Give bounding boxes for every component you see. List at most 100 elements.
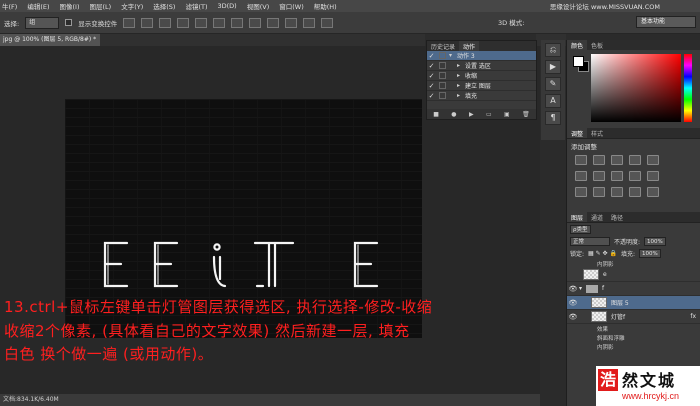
expand-triangle-icon[interactable]: ▾ [449,52,457,59]
align-bottom-icon[interactable] [159,17,172,28]
selective-color-icon[interactable] [647,187,659,197]
action-check-icon[interactable]: ✓ [427,62,436,70]
action-check-icon[interactable]: ✓ [427,52,436,60]
eye-icon[interactable]: 👁 [567,313,579,321]
action-step-row[interactable]: ✓ ▸ 填充 [427,91,536,101]
levels-icon[interactable] [593,155,605,165]
menu-type[interactable]: 文字(Y) [121,1,143,11]
distribute-top-icon[interactable] [231,17,244,28]
tab-layers[interactable]: 图层 [567,212,588,222]
gradient-map-icon[interactable] [629,187,641,197]
layer-row[interactable]: 👁 灯管f fx [567,310,700,324]
vibrance-icon[interactable] [647,155,659,165]
color-picker-field[interactable] [591,54,681,122]
tab-history[interactable]: 历史记录 [427,41,459,51]
color-balance-icon[interactable] [593,171,605,181]
distribute-middle-icon[interactable] [249,17,262,28]
distribute-right-icon[interactable] [321,17,334,28]
tab-actions[interactable]: 动作 [459,41,480,51]
action-check-icon[interactable]: ✓ [427,92,436,100]
foreground-color-swatch[interactable] [573,56,584,67]
menu-view[interactable]: 视图(V) [247,1,270,11]
tab-swatches[interactable]: 色板 [587,40,607,50]
tab-adjustments[interactable]: 调整 [567,128,588,138]
menu-help[interactable]: 帮助(H) [314,1,337,11]
threshold-icon[interactable] [611,187,623,197]
paragraph-panel-icon[interactable]: ¶ [545,111,561,125]
layer-effect-item[interactable]: 内阴影 [567,342,700,351]
menu-select[interactable]: 选择(S) [153,1,175,11]
action-row[interactable]: ✓ ▾ 动作 3 [427,51,536,61]
layer-filter-dropdown[interactable]: ρ类型 [570,224,591,234]
action-step-row[interactable]: ✓ ▸ 设置 选区 [427,61,536,71]
stop-icon[interactable]: ■ [433,111,439,118]
fill-input[interactable]: 100% [638,248,661,258]
hue-saturation-icon[interactable] [575,171,587,181]
layer-effect-item[interactable]: 内阴影 [567,259,700,268]
channel-mixer-icon[interactable] [647,171,659,181]
align-center-icon[interactable] [195,17,208,28]
dialog-toggle-icon[interactable] [439,62,446,69]
invert-icon[interactable] [575,187,587,197]
actions-panel-icon[interactable]: ▶ [545,60,561,74]
expand-triangle-icon[interactable]: ▾ [579,285,582,292]
exposure-icon[interactable] [629,155,641,165]
trash-icon[interactable]: 🗑 [522,111,530,118]
show-transform-checkbox[interactable] [65,19,73,26]
dialog-toggle-icon[interactable] [439,72,446,79]
layer-row[interactable]: e [567,268,700,282]
tab-channels[interactable]: 通道 [587,212,607,222]
new-set-icon[interactable]: ▭ [486,111,492,118]
tab-styles[interactable]: 样式 [587,128,607,138]
action-step-row[interactable]: ✓ ▸ 收缩 [427,71,536,81]
opacity-input[interactable]: 100% [644,236,666,246]
distribute-left-icon[interactable] [285,17,298,28]
menu-edit[interactable]: 编辑(E) [27,1,49,11]
character-panel-icon[interactable]: A [545,94,561,108]
align-right-icon[interactable] [213,17,226,28]
layer-effect-item[interactable]: 斜面和浮雕 [567,333,700,342]
fx-badge[interactable]: fx [690,313,696,320]
brush-panel-icon[interactable]: ✎ [545,77,561,91]
photo-filter-icon[interactable] [629,171,641,181]
expand-triangle-icon[interactable]: ▸ [457,92,465,99]
expand-triangle-icon[interactable]: ▸ [457,82,465,89]
hue-slider[interactable] [684,54,692,122]
blend-mode-dropdown[interactable]: 正常 [570,236,610,246]
document-tab[interactable]: jpg @ 100% (图层 5, RGB/8#) * [0,34,100,46]
eye-icon[interactable]: 👁 [567,285,579,293]
menu-image[interactable]: 图像(I) [60,1,80,11]
lock-icons[interactable]: ▦ ✎ ✥ 🔒 [588,250,617,257]
menu-file[interactable]: 牛(F) [2,1,17,11]
align-middle-icon[interactable] [141,17,154,28]
dialog-toggle-icon[interactable] [439,92,446,99]
distribute-bottom-icon[interactable] [267,17,280,28]
auto-select-dropdown[interactable]: 组 [25,16,60,29]
posterize-icon[interactable] [593,187,605,197]
action-check-icon[interactable]: ✓ [427,72,436,80]
align-left-icon[interactable] [177,17,190,28]
layer-row-selected[interactable]: 👁 图层 5 [567,296,700,310]
tab-paths[interactable]: 路径 [607,212,627,222]
brightness-icon[interactable] [575,155,587,165]
play-icon[interactable]: ▶ [469,111,474,118]
new-action-icon[interactable]: ▣ [504,111,510,118]
expand-triangle-icon[interactable]: ▸ [457,72,465,79]
menu-layer[interactable]: 图层(L) [90,1,112,11]
align-top-icon[interactable] [123,17,136,28]
action-step-row[interactable]: ✓ ▸ 建立 图层 [427,81,536,91]
menu-3d[interactable]: 3D(D) [218,2,237,10]
curves-icon[interactable] [611,155,623,165]
dialog-toggle-icon[interactable] [439,82,446,89]
layer-effect-item[interactable]: 效果 [567,324,700,333]
eye-icon[interactable]: 👁 [567,299,579,307]
record-icon[interactable]: ● [451,111,456,118]
expand-triangle-icon[interactable]: ▸ [457,62,465,69]
history-panel-icon[interactable]: ⎌ [545,43,561,57]
black-white-icon[interactable] [611,171,623,181]
tab-color[interactable]: 颜色 [567,40,588,50]
workspace-dropdown[interactable]: 基本功能 [636,16,696,28]
menu-window[interactable]: 窗口(W) [279,1,304,11]
distribute-center-icon[interactable] [303,17,316,28]
dialog-toggle-icon[interactable] [439,52,446,59]
